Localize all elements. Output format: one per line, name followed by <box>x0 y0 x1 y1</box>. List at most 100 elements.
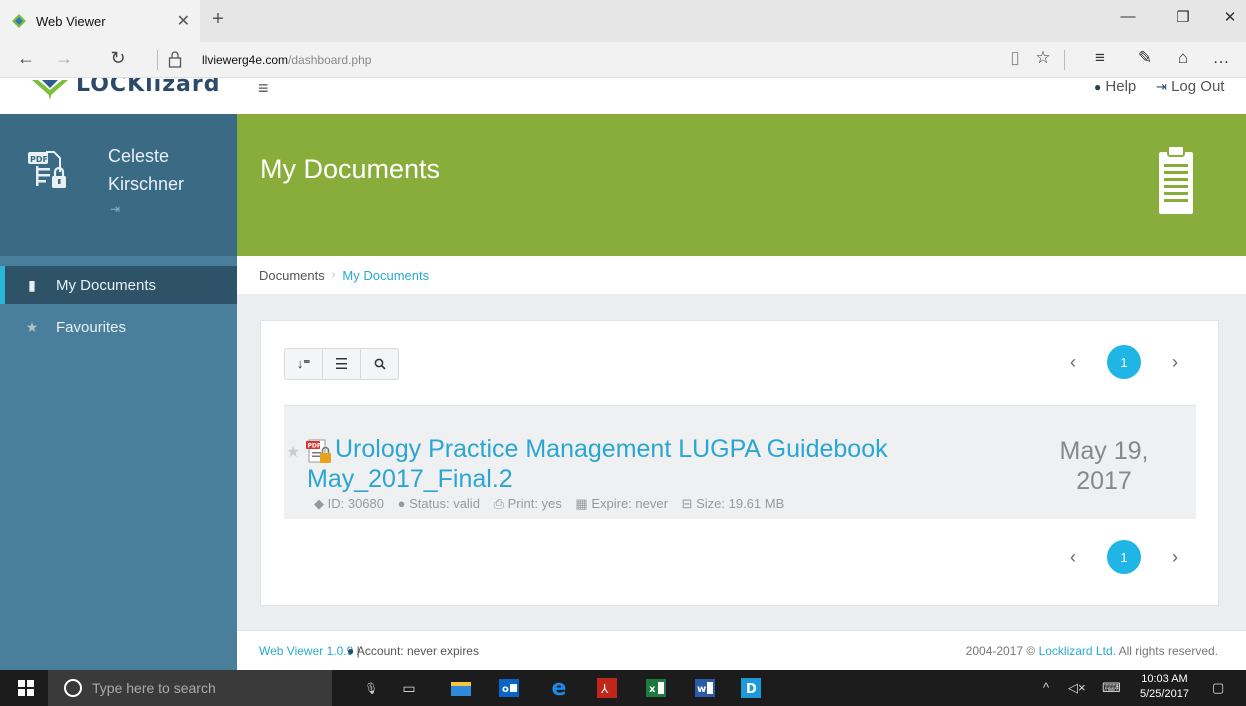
browser-tab-bar: Web Viewer ✕ + — ❐ ✕ <box>0 0 1246 42</box>
account-status: ● Account: never expires <box>347 644 479 658</box>
breadcrumb-my-documents[interactable]: My Documents <box>342 268 429 283</box>
edge-browser-icon[interactable]: e <box>548 676 570 701</box>
profile-logout-icon[interactable]: ⇥ <box>110 202 120 216</box>
page-number-button[interactable]: 1 <box>1107 345 1141 379</box>
keyboard-icon[interactable]: ⌨ <box>1102 680 1121 696</box>
forward-arrow-icon[interactable]: → <box>50 48 78 69</box>
restore-icon[interactable]: ❐ <box>1163 8 1203 26</box>
page-number-button[interactable]: 1 <box>1107 540 1141 574</box>
document-date: May 19, 2017 <box>1059 437 1149 495</box>
account-label: Account: never expires <box>356 644 479 658</box>
hub-icon[interactable]: ≡ <box>1087 48 1113 68</box>
taskbar-search[interactable]: Type here to search <box>48 670 332 706</box>
page-header: LOCKlizard ≡ ● Help ⇥ Log Out <box>0 78 1246 114</box>
minimize-icon[interactable]: — <box>1108 8 1148 25</box>
new-tab-icon[interactable]: + <box>206 8 230 31</box>
browser-tab[interactable]: Web Viewer ✕ <box>0 0 200 42</box>
sidebar-item-label: My Documents <box>56 276 157 294</box>
web-note-icon[interactable]: ✎ <box>1132 48 1158 68</box>
tab-title: Web Viewer <box>36 13 106 29</box>
outlook-icon[interactable]: o <box>498 677 520 699</box>
divider <box>157 50 158 70</box>
page-footer: Web Viewer 1.0.9 | ● Account: never expi… <box>237 630 1246 670</box>
pagination-top: ‹ 1 › <box>1063 345 1185 379</box>
user-name: Celeste Kirschner <box>108 146 185 194</box>
sort-icon: ↓⁼ <box>296 356 311 371</box>
url-field[interactable]: llviewerg4e.com/dashboard.php <box>202 53 371 67</box>
documents-panel: ↓⁼ ☰ ‹ 1 › ★ PDF Urology Practice Manage… <box>260 320 1219 606</box>
sidebar-item-my-documents[interactable]: ▮ My Documents <box>0 266 237 304</box>
excel-icon[interactable]: x <box>645 677 667 699</box>
star-icon: ★ <box>25 318 39 335</box>
tag-icon: ◆ <box>314 496 324 511</box>
list-view-button[interactable]: ☰ <box>322 348 361 380</box>
sort-button[interactable]: ↓⁼ <box>284 348 323 380</box>
search-placeholder: Type here to search <box>92 680 216 696</box>
document-expire: Expire: never <box>591 496 668 511</box>
page-title: My Documents <box>260 154 441 184</box>
clipboard-icon <box>1159 145 1193 214</box>
secure-pdf-icon: PDF <box>28 151 66 188</box>
lizard-logo-icon <box>32 80 68 100</box>
prev-page-icon[interactable]: ‹ <box>1063 352 1083 373</box>
document-row[interactable]: ★ PDF Urology Practice Management LUGPA … <box>284 405 1196 519</box>
svg-text:⅄: ⅄ <box>600 682 609 696</box>
clock-date: 5/25/2017 <box>1140 688 1189 700</box>
help-icon: ● <box>1094 80 1102 94</box>
close-tab-icon[interactable]: ✕ <box>177 11 190 31</box>
document-toolbar: ↓⁼ ☰ <box>284 348 399 380</box>
sidebar: PDF Celeste Kirschner ⇥ ▮ My Documents ★… <box>0 114 237 670</box>
document-title-link[interactable]: Urology Practice Management LUGPA Guideb… <box>307 434 1047 494</box>
acrobat-icon[interactable]: ⅄ <box>596 677 618 699</box>
locklizard-favicon-icon <box>12 14 26 28</box>
locklizard-logo[interactable]: LOCKlizard <box>28 78 220 102</box>
share-icon[interactable]: ⌂ <box>1170 48 1196 68</box>
show-hidden-icons-icon[interactable]: ^ <box>1043 680 1049 695</box>
search-button[interactable] <box>360 348 399 380</box>
cortana-icon <box>64 679 82 697</box>
task-view-icon[interactable]: ▭ <box>398 677 420 699</box>
volume-muted-icon[interactable]: ◁× <box>1068 680 1086 696</box>
windows-taskbar: Type here to search 🎙 ▭ o e ⅄ x w D ^ ◁×… <box>0 670 1246 706</box>
windows-start-icon[interactable] <box>18 680 34 696</box>
page-banner: My Documents <box>237 114 1246 256</box>
user-icon: ● <box>347 644 355 658</box>
list-icon: ☰ <box>334 356 349 373</box>
word-icon[interactable]: w <box>694 677 716 699</box>
document-size: Size: 19.61 MB <box>696 496 785 511</box>
breadcrumb-documents[interactable]: Documents <box>259 268 325 283</box>
calendar-icon: ▦ <box>575 496 588 511</box>
divider <box>1064 50 1065 70</box>
favorite-star-icon[interactable]: ☆ <box>1030 48 1056 68</box>
back-arrow-icon[interactable]: ← <box>12 48 40 69</box>
refresh-icon[interactable]: ↻ <box>104 48 132 69</box>
logout-link[interactable]: ⇥ Log Out <box>1156 78 1224 95</box>
system-clock[interactable]: 10:03 AM 5/25/2017 <box>1140 672 1189 702</box>
file-explorer-icon[interactable] <box>450 677 472 699</box>
logout-icon: ⇥ <box>1156 79 1167 94</box>
help-label: Help <box>1105 78 1137 95</box>
sidebar-item-favourites[interactable]: ★ Favourites <box>0 308 237 346</box>
reading-view-icon[interactable]: ▯ <box>1002 48 1028 68</box>
locklizard-link[interactable]: Locklizard Ltd. <box>1039 644 1116 658</box>
lock-icon <box>168 51 182 68</box>
app-icon[interactable]: D <box>740 677 762 699</box>
search-icon <box>374 358 386 370</box>
more-icon[interactable]: … <box>1208 48 1234 68</box>
microphone-icon[interactable]: 🎙 <box>360 677 382 699</box>
next-page-icon[interactable]: › <box>1165 352 1185 373</box>
logo-text: LOCKlizard <box>76 78 221 97</box>
hamburger-menu-icon[interactable]: ≡ <box>258 78 269 99</box>
help-link[interactable]: ● Help <box>1094 78 1136 95</box>
main-content: My Documents Documents › My Documents ↓⁼… <box>237 114 1246 670</box>
favourite-star-icon[interactable]: ★ <box>286 442 300 462</box>
prev-page-icon[interactable]: ‹ <box>1063 547 1083 568</box>
sidebar-item-label: Favourites <box>56 318 127 336</box>
version-label: Web Viewer 1.0.9 <box>259 644 354 658</box>
next-page-icon[interactable]: › <box>1165 547 1185 568</box>
copyright: 2004-2017 © Locklizard Ltd. All rights r… <box>966 644 1218 658</box>
clock-time: 10:03 AM <box>1141 673 1188 685</box>
action-center-icon[interactable]: ▢ <box>1212 680 1224 696</box>
breadcrumb-separator: › <box>331 269 336 281</box>
close-window-icon[interactable]: ✕ <box>1210 8 1246 26</box>
